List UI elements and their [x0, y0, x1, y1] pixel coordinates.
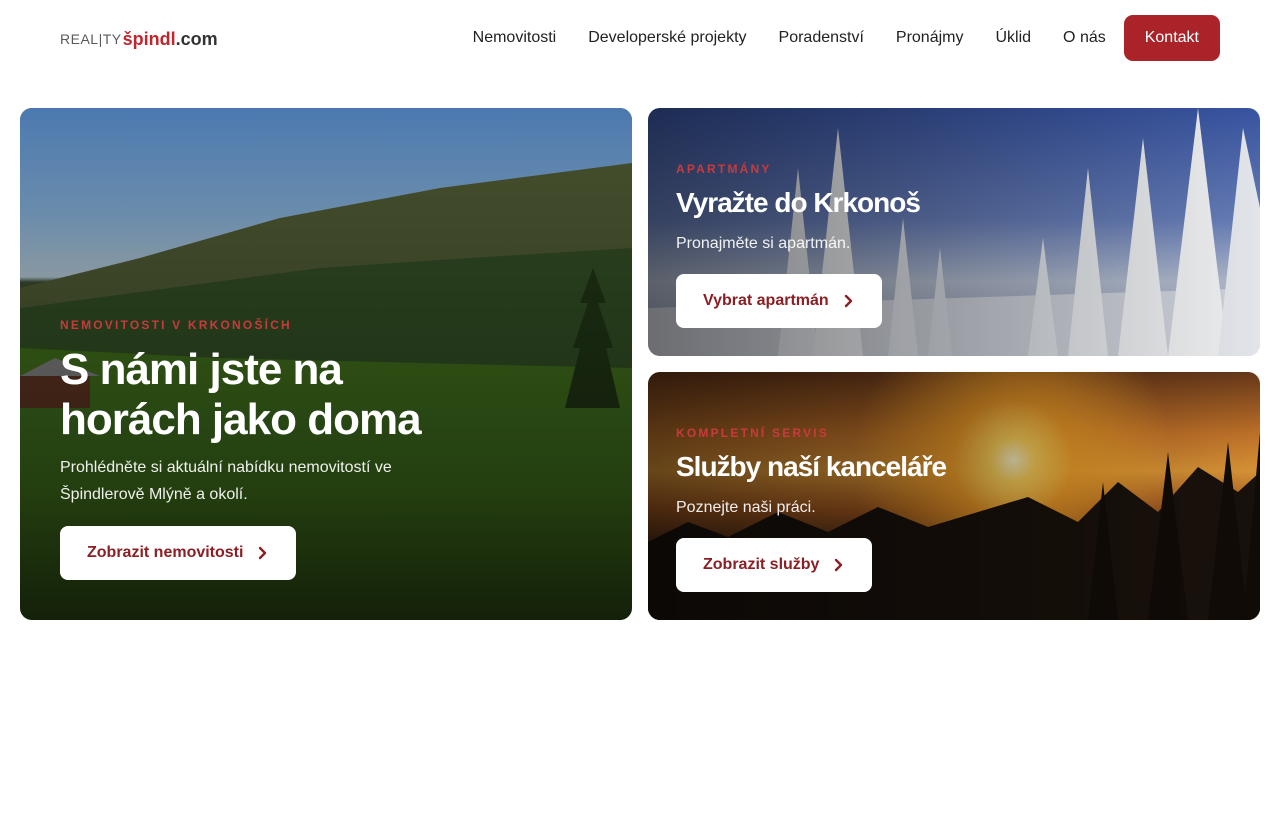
hero-title-line2: horách jako doma: [60, 395, 422, 444]
logo-text-reality: REAL|TY: [60, 31, 122, 47]
nav-item-developerske-projekty[interactable]: Developerské projekty: [588, 29, 746, 47]
chevron-right-icon: [835, 558, 843, 572]
chevron-right-icon: [844, 294, 852, 308]
show-properties-label: Zobrazit nemovitosti: [87, 544, 244, 561]
services-eyebrow: KOMPLETNÍ SERVIS: [676, 426, 829, 440]
hero-subtitle-line1: Prohlédněte si aktuální nabídku nemovito…: [60, 459, 392, 476]
logo-text-spindl: špindl: [122, 28, 176, 49]
nav-item-uklid[interactable]: Úklid: [995, 29, 1031, 47]
hero-title-line1: S námi jste na: [60, 345, 343, 394]
hero-card: NEMOVITOSTI V KRKONOŠÍCH S námi jste na …: [20, 108, 632, 620]
hero-subtitle-line2: Špindlerově Mlýně a okolí.: [60, 486, 248, 503]
apartments-card: APARTMÁNY Vyražte do Krkonoš Pronajměte …: [648, 108, 1260, 356]
chevron-right-icon: [259, 546, 267, 560]
nav-item-poradenstvi[interactable]: Poradenství: [779, 29, 864, 47]
choose-apartment-button[interactable]: Vybrat apartmán: [676, 274, 882, 328]
show-services-label: Zobrazit služby: [703, 556, 820, 573]
services-subtitle: Poznejte naši práci.: [676, 499, 816, 516]
nav-item-nemovitosti[interactable]: Nemovitosti: [473, 29, 557, 47]
apartments-eyebrow: APARTMÁNY: [676, 162, 772, 176]
logo-text-com: .com: [175, 28, 218, 49]
hero-eyebrow: NEMOVITOSTI V KRKONOŠÍCH: [60, 318, 292, 332]
contact-button[interactable]: Kontakt: [1123, 15, 1220, 61]
site-header: REAL|TY špindl .com Nemovitosti Develope…: [0, 0, 1280, 76]
nav-item-pronajmy[interactable]: Pronájmy: [896, 29, 964, 47]
show-properties-button[interactable]: Zobrazit nemovitosti: [60, 526, 297, 580]
show-services-button[interactable]: Zobrazit služby: [676, 538, 873, 592]
main-navigation: Nemovitosti Developerské projekty Porade…: [473, 15, 1220, 61]
services-title: Služby naší kanceláře: [676, 451, 947, 482]
nav-item-o-nas[interactable]: O nás: [1063, 29, 1106, 47]
choose-apartment-label: Vybrat apartmán: [703, 292, 829, 309]
apartments-title: Vyražte do Krkonoš: [676, 187, 921, 218]
services-card: KOMPLETNÍ SERVIS Služby naší kanceláře P…: [648, 372, 1260, 620]
apartments-subtitle: Pronajměte si apartmán.: [676, 235, 851, 252]
site-logo[interactable]: REAL|TY špindl .com: [60, 24, 218, 54]
